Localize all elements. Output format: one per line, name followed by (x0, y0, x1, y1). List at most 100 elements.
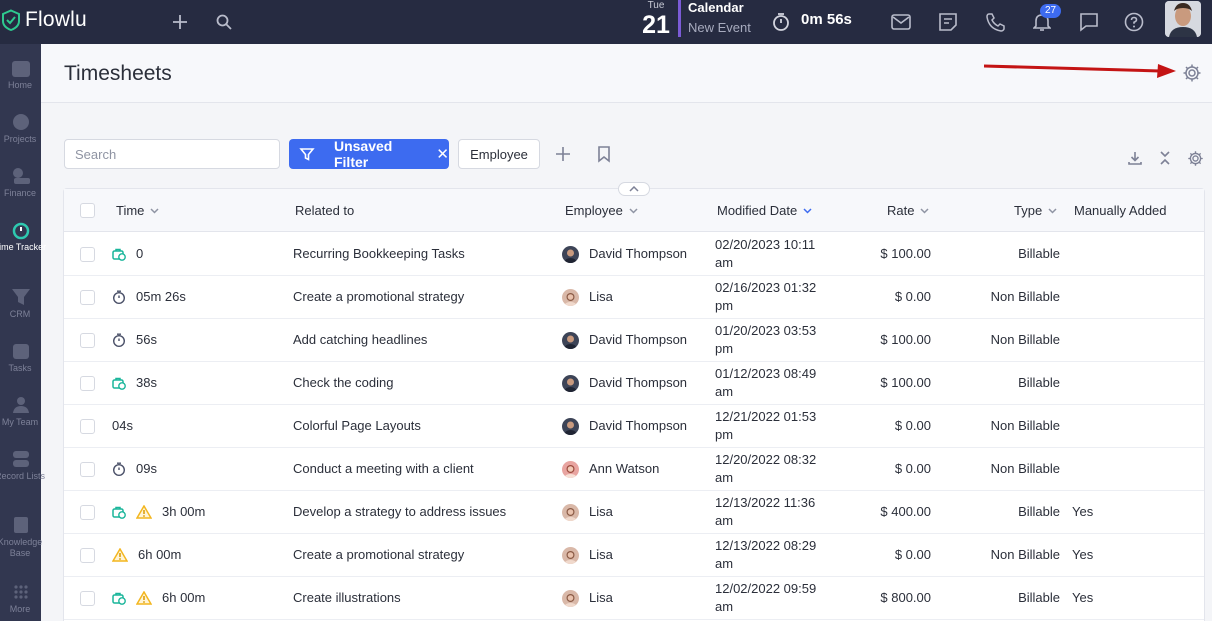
sidebar-item-record-lists[interactable]: Record Lists (0, 449, 45, 482)
type-value: Billable (1018, 246, 1060, 261)
employee-cell[interactable]: Lisa (562, 589, 613, 607)
settings-gear-icon[interactable] (1182, 63, 1202, 83)
select-all-checkbox[interactable] (80, 203, 95, 218)
row-checkbox[interactable] (80, 548, 95, 563)
column-header-related-to[interactable]: Related to (295, 203, 354, 218)
employee-cell[interactable]: David Thompson (562, 331, 687, 349)
search-icon[interactable] (211, 9, 237, 35)
employee-cell[interactable]: David Thompson (562, 245, 687, 263)
related-to-link[interactable]: Colorful Page Layouts (293, 417, 421, 435)
table-row[interactable]: 6h 00m Create illustrations Lisa 12/02/2022… (64, 577, 1204, 620)
bookmark-icon[interactable] (596, 145, 612, 163)
unsaved-filter-button[interactable]: Unsaved Filter ✕ (289, 138, 449, 170)
user-avatar[interactable] (1165, 1, 1201, 37)
warning-icon (112, 548, 128, 562)
employee-cell[interactable]: Ann Watson (562, 460, 659, 478)
help-icon[interactable] (1121, 9, 1147, 35)
employee-name: David Thompson (589, 418, 688, 433)
employee-cell[interactable]: David Thompson (562, 374, 687, 392)
modified-date: 12/13/2022 08:29 am (715, 538, 817, 571)
clear-filter-icon[interactable]: ✕ (436, 145, 449, 163)
add-filter-icon[interactable] (554, 145, 572, 163)
time-cell: 05m 26s (112, 288, 186, 306)
table-row[interactable]: 04s Colorful Page Layouts David Thompson 12… (64, 405, 1204, 448)
download-icon[interactable] (1127, 150, 1143, 166)
sidebar-item-my-team[interactable]: My Team (0, 395, 41, 428)
modified-date: 01/12/2023 08:49 am (715, 366, 817, 399)
collapse-rows-icon[interactable] (1158, 150, 1172, 166)
search-input[interactable] (64, 139, 280, 169)
sidebar-item-finance[interactable]: Finance (0, 166, 41, 199)
table-row[interactable]: 05m 26s Create a promotional strategy Lisa… (64, 276, 1204, 319)
time-cell: 6h 00m (112, 546, 181, 564)
app-logo[interactable]: Flowlu (0, 8, 87, 32)
table-settings-gear-icon[interactable] (1187, 150, 1204, 167)
employee-cell[interactable]: David Thompson (562, 417, 687, 435)
row-checkbox[interactable] (80, 290, 95, 305)
row-checkbox[interactable] (80, 247, 95, 262)
phone-icon[interactable] (982, 9, 1008, 35)
sidebar-item-projects[interactable]: Projects (0, 112, 41, 145)
sidebar-item-knowledge-base[interactable]: Knowledge Base (0, 515, 42, 559)
table-row[interactable]: 6h 00m Create a promotional strategy Lisa 1… (64, 534, 1204, 577)
table-row[interactable]: 3h 00m Develop a strategy to address issu… (64, 491, 1204, 534)
collapse-filters-button[interactable] (618, 182, 650, 196)
mail-icon[interactable] (888, 9, 914, 35)
employee-name: David Thompson (589, 246, 688, 261)
table-row[interactable]: 56s Add catching headlines David Thompson 0… (64, 319, 1204, 362)
row-checkbox[interactable] (80, 333, 95, 348)
column-header-time[interactable]: Time (116, 203, 159, 218)
new-event-link[interactable]: New Event (688, 20, 751, 36)
column-label: Modified Date (717, 203, 798, 218)
logo-check-icon (1, 9, 20, 31)
chevron-down-icon (629, 207, 638, 214)
row-checkbox[interactable] (80, 591, 95, 606)
row-checkbox[interactable] (80, 505, 95, 520)
sidebar-item-label: Record Lists (0, 471, 46, 481)
rate-value: $ 400.00 (880, 504, 931, 519)
time-cell: 09s (112, 460, 157, 478)
notes-icon[interactable] (935, 9, 961, 35)
timer-display[interactable]: 0m 56s (801, 11, 852, 28)
related-to-link[interactable]: Create a promotional strategy (293, 546, 464, 564)
chevron-down-icon (150, 207, 159, 214)
related-to-link[interactable]: Conduct a meeting with a client (293, 460, 474, 478)
related-to-link[interactable]: Develop a strategy to address issues (293, 503, 506, 521)
column-header-rate[interactable]: Rate (887, 203, 929, 218)
modified-date: 12/02/2022 09:59 am (715, 581, 817, 614)
employee-avatar (562, 546, 579, 564)
row-checkbox[interactable] (80, 462, 95, 477)
related-to-link[interactable]: Check the coding (293, 374, 393, 392)
calendar-title[interactable]: Calendar (688, 0, 744, 16)
related-to-link[interactable]: Create illustrations (293, 589, 401, 607)
sidebar-item-more[interactable]: More (0, 582, 41, 615)
sidebar-item-time-tracker[interactable]: Time Tracker (0, 220, 46, 253)
employee-filter-button[interactable]: Employee (458, 139, 540, 169)
table-row[interactable]: 09s Conduct a meeting with a client Ann Wa… (64, 448, 1204, 491)
related-to-link[interactable]: Add catching headlines (293, 331, 427, 349)
row-checkbox[interactable] (80, 376, 95, 391)
chevron-down-icon (1048, 207, 1057, 214)
chat-icon[interactable] (1076, 9, 1102, 35)
column-header-employee[interactable]: Employee (565, 203, 638, 218)
employee-cell[interactable]: Lisa (562, 503, 613, 521)
column-header-type[interactable]: Type (1014, 203, 1057, 218)
table-row[interactable]: 0 Recurring Bookkeeping Tasks David Thomps… (64, 233, 1204, 276)
related-to-link[interactable]: Recurring Bookkeeping Tasks (293, 245, 465, 263)
sidebar-item-tasks[interactable]: Tasks (0, 341, 41, 374)
sidebar-item-label: More (9, 604, 31, 614)
sidebar-item-home[interactable]: Home (0, 58, 41, 91)
stopwatch-icon[interactable] (768, 9, 794, 35)
employee-name: Lisa (589, 504, 613, 519)
related-to-link[interactable]: Create a promotional strategy (293, 288, 464, 306)
table-row[interactable]: 38s Check the coding David Thompson 01/12/2… (64, 362, 1204, 405)
row-checkbox[interactable] (80, 419, 95, 434)
employee-cell[interactable]: Lisa (562, 288, 613, 306)
employee-cell[interactable]: Lisa (562, 546, 613, 564)
calendar-date[interactable]: Tue 21 (636, 0, 676, 39)
column-header-modified-date[interactable]: Modified Date (717, 203, 812, 218)
add-icon[interactable] (167, 9, 193, 35)
column-header-manually-added[interactable]: Manually Added (1074, 203, 1167, 218)
time-cell: 38s (112, 374, 157, 392)
sidebar-item-crm[interactable]: CRM (0, 287, 41, 320)
